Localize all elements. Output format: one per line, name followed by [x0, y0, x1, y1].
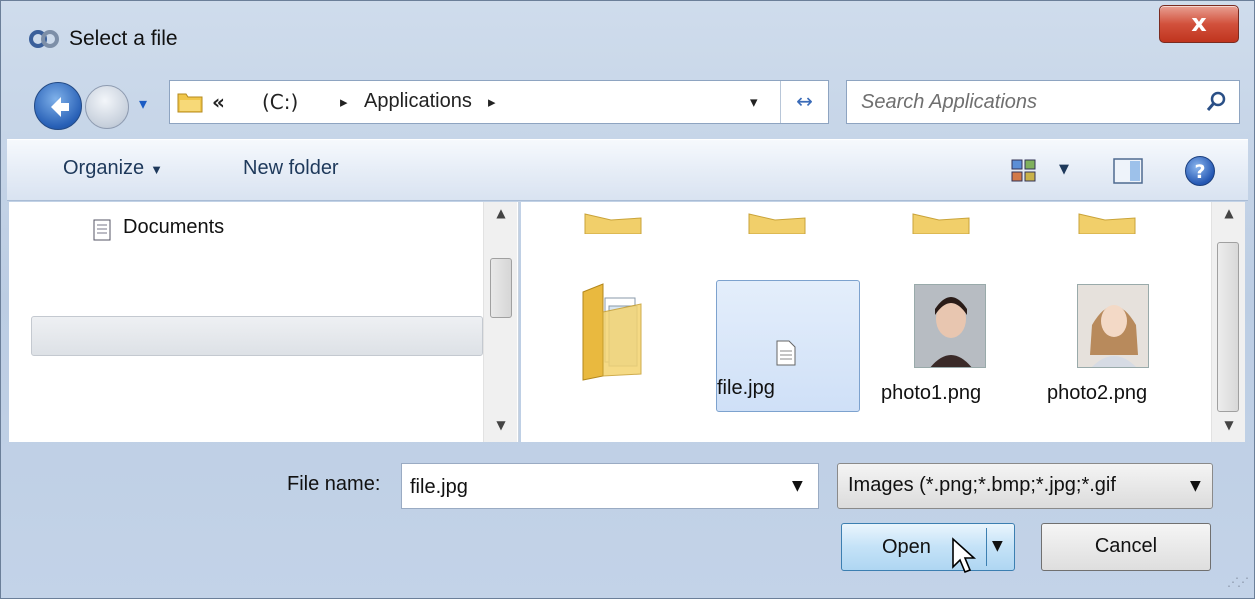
navigation-pane[interactable]: Documents ▲ ▼: [9, 202, 519, 442]
file-name-label: file.jpg: [717, 377, 775, 399]
title-bar: Select a file x: [1, 1, 1255, 81]
photo-thumbnail[interactable]: [914, 284, 986, 368]
file-name-label[interactable]: photo1.png: [881, 382, 1021, 405]
nav-scrollbar[interactable]: ▲ ▼: [483, 202, 517, 442]
address-dropdown-icon[interactable]: ▾: [750, 93, 758, 111]
command-toolbar: Organize ▼ New folder ▼ ?: [7, 139, 1248, 201]
address-bar[interactable]: « (C:) ▸ Applications ▸ ▾ ↔: [169, 80, 829, 124]
file-type-value: Images (*.png;*.bmp;*.jpg;*.gif: [848, 474, 1116, 496]
history-dropdown-icon[interactable]: ▾: [139, 94, 147, 113]
file-dialog: Select a file x ▾ « (C:) ▸ Applications …: [0, 0, 1255, 599]
file-scrollbar[interactable]: ▲ ▼: [1211, 202, 1245, 442]
nav-scroll-thumb[interactable]: [490, 258, 512, 318]
folder-icon[interactable]: [1077, 212, 1137, 234]
photo-thumbnail[interactable]: [1077, 284, 1149, 368]
organize-label: Organize: [63, 157, 145, 179]
illustration-photo-icon: [1078, 285, 1148, 367]
file-list[interactable]: file.jpg photo1.png photo2.png: [521, 202, 1211, 442]
nav-item-documents[interactable]: Documents: [123, 216, 224, 239]
open-button[interactable]: Open ▼: [841, 523, 1015, 571]
file-scroll-thumb[interactable]: [1217, 242, 1239, 412]
back-arrow-icon: [51, 97, 69, 117]
folder-icon[interactable]: [747, 212, 807, 234]
refresh-button[interactable]: ↔: [780, 81, 828, 123]
document-library-icon: [93, 219, 111, 241]
file-name-input[interactable]: [410, 472, 770, 502]
scroll-up-icon[interactable]: ▲: [1212, 206, 1246, 220]
file-type-dropdown-icon[interactable]: ▼: [1190, 478, 1201, 494]
back-button[interactable]: [34, 82, 82, 130]
close-button[interactable]: x: [1159, 5, 1239, 43]
breadcrumb-drive[interactable]: (C:): [262, 90, 298, 114]
scroll-down-icon[interactable]: ▼: [1212, 418, 1246, 432]
cancel-button[interactable]: Cancel: [1041, 523, 1211, 571]
new-folder-button[interactable]: New folder: [243, 157, 339, 180]
search-input[interactable]: [861, 87, 1181, 117]
portrait-photo-icon: [915, 285, 985, 367]
mouse-cursor-icon: [952, 537, 977, 574]
breadcrumb-overflow[interactable]: «: [212, 90, 225, 114]
file-tile-selected[interactable]: file.jpg: [716, 280, 860, 412]
change-view-icon[interactable]: [1011, 159, 1037, 183]
window-title: Select a file: [69, 27, 178, 50]
scroll-up-icon[interactable]: ▲: [484, 206, 518, 220]
search-icon[interactable]: [1203, 89, 1229, 115]
folder-icon[interactable]: [583, 212, 643, 234]
breadcrumb-applications[interactable]: Applications: [364, 90, 472, 113]
help-icon[interactable]: ?: [1185, 156, 1215, 186]
preview-pane-icon[interactable]: [1113, 158, 1143, 184]
file-name-label[interactable]: photo2.png: [1047, 382, 1187, 405]
open-label: Open: [882, 536, 931, 558]
resize-grip-icon[interactable]: ⋰⋰: [1227, 575, 1249, 589]
folder-icon: [177, 93, 203, 113]
open-split-divider: [986, 528, 987, 566]
scroll-down-icon[interactable]: ▼: [484, 418, 518, 432]
generic-file-icon: [776, 340, 796, 366]
app-logo-icon: [29, 30, 59, 48]
breadcrumb-separator-icon[interactable]: ▸: [340, 93, 348, 111]
search-box[interactable]: [846, 80, 1240, 124]
file-name-dropdown-icon[interactable]: ▼: [792, 478, 803, 494]
organize-caret-icon: ▼: [150, 162, 164, 177]
open-dropdown-icon[interactable]: ▼: [992, 538, 1003, 554]
forward-button[interactable]: [85, 85, 129, 129]
views-dropdown-icon[interactable]: ▼: [1059, 162, 1069, 177]
file-type-filter[interactable]: Images (*.png;*.bmp;*.jpg;*.gif ▼: [837, 463, 1213, 509]
file-name-combo[interactable]: ▼: [401, 463, 819, 509]
nav-item-selected[interactable]: [31, 316, 483, 356]
folder-icon[interactable]: [579, 282, 647, 382]
folder-icon[interactable]: [911, 212, 971, 234]
breadcrumb-separator-icon[interactable]: ▸: [488, 93, 496, 111]
refresh-icon: ↔: [796, 89, 813, 113]
file-name-field-label: File name:: [287, 473, 381, 495]
organize-button[interactable]: Organize ▼: [63, 157, 163, 180]
